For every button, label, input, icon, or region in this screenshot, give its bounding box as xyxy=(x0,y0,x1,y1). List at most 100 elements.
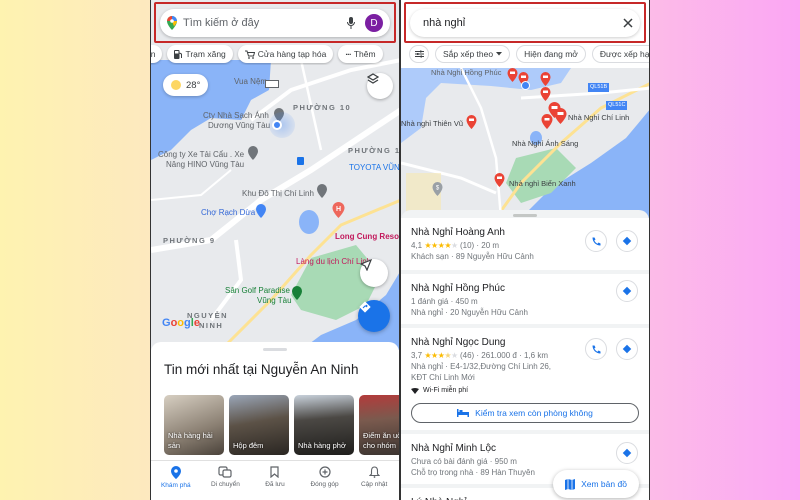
directions-button[interactable] xyxy=(616,338,638,360)
map-label-district: PHƯỜNG 10 xyxy=(293,103,352,112)
shopping-pin-icon[interactable] xyxy=(255,204,267,218)
hospital-pin-icon[interactable]: H xyxy=(332,202,345,218)
map-label-poi: Khu Đô Thị Chí Linh xyxy=(242,189,314,198)
chip-more[interactable]: ··· Thêm xyxy=(338,45,383,63)
result-name: Nhà Nghỉ Hoàng Anh xyxy=(411,227,505,238)
bed-icon xyxy=(457,409,470,417)
chip-partial[interactable]: ện xyxy=(151,45,163,63)
category-cards: Nhà hàng hải sản Hộp đêm Nhà hàng phở Đi… xyxy=(164,395,399,455)
directions-icon xyxy=(359,301,371,313)
view-map-button[interactable]: Xem bản đồ xyxy=(553,470,639,498)
hotel-pin-icon[interactable] xyxy=(466,115,477,129)
map-label-poi: Công ty Xe Tải Cẩu . Xe xyxy=(158,150,245,159)
map-label-district: PHƯỜNG 9 xyxy=(163,236,216,245)
chip-grocery[interactable]: Cửa hàng tạp hóa xyxy=(237,45,334,63)
map-label-hotel: Nhà nghỉ Biển Xanh xyxy=(509,179,576,188)
rating-stars: ★★★★★ xyxy=(424,351,458,360)
search-input[interactable]: Tìm kiếm ở đây xyxy=(183,17,347,29)
directions-icon xyxy=(622,448,632,458)
directions-button[interactable] xyxy=(358,300,390,332)
directions-icon xyxy=(622,286,632,296)
sheet-drag-handle[interactable] xyxy=(263,348,287,351)
search-bar[interactable]: Tìm kiếm ở đây D xyxy=(160,9,390,37)
account-avatar[interactable]: D xyxy=(365,14,383,32)
nav-updates[interactable]: Cập nhật xyxy=(349,461,399,500)
map-label-poi: Sân Golf Paradise xyxy=(225,286,290,295)
hotel-pin-icon[interactable] xyxy=(540,87,551,101)
hotel-pin-icon[interactable] xyxy=(540,72,551,86)
sheet-drag-handle[interactable] xyxy=(513,214,537,217)
my-location-button[interactable] xyxy=(360,259,388,287)
directions-button[interactable] xyxy=(616,280,638,302)
bank-pin-icon[interactable]: $ xyxy=(432,182,443,196)
directions-icon xyxy=(622,344,632,354)
map-label-toyota: TOYOTA VŨNG xyxy=(349,163,399,172)
poi-pin-icon[interactable] xyxy=(247,146,259,160)
my-location-dot xyxy=(521,81,530,90)
sliders-icon xyxy=(414,50,424,58)
chip-open-now[interactable]: Hiện đang mở xyxy=(516,45,586,63)
result-item[interactable]: Nhà Nghỉ Hồng Phúc 1 đánh giá · 450 m Nh… xyxy=(401,274,649,324)
explore-pin-icon xyxy=(170,466,181,479)
directions-icon xyxy=(622,236,632,246)
layers-button[interactable] xyxy=(367,73,393,99)
amenity-wifi: Wi-Fi miễn phí xyxy=(411,387,649,394)
result-item[interactable]: Nhà Nghỉ Hoàng Anh 4,1 ★★★★★ (10) · 20 m… xyxy=(401,218,649,270)
gas-station-icon xyxy=(174,49,183,59)
map-label-hotel: Nhà Nghỉ Chí Linh xyxy=(568,113,630,122)
my-location-dot xyxy=(272,120,282,130)
directions-button[interactable] xyxy=(616,442,638,464)
temperature: 28° xyxy=(186,79,201,91)
result-item[interactable]: Nhà Nghỉ Ngọc Dung 3,7 ★★★★★ (46) · 261.… xyxy=(401,328,649,430)
category-card[interactable]: Điểm ăn uống cho nhóm xyxy=(359,395,399,455)
chevron-down-icon xyxy=(496,52,503,56)
directions-button[interactable] xyxy=(616,230,638,252)
map-label-poi: Dương Vũng Tàu xyxy=(208,121,271,130)
map-label-district: NINH xyxy=(199,321,224,330)
maps-logo-icon xyxy=(167,16,177,30)
microphone-icon[interactable] xyxy=(347,17,355,29)
map-label-district: PHƯỜNG 10 xyxy=(348,146,399,155)
rating-stars: ★★★★★ xyxy=(424,241,458,250)
chip-sort-by[interactable]: Sắp xếp theo xyxy=(435,45,511,63)
chip-top-rated[interactable]: Được xếp hạng xyxy=(591,45,649,63)
call-button[interactable] xyxy=(585,338,607,360)
bus-stop-icon xyxy=(297,157,304,165)
bookmark-icon xyxy=(270,466,280,478)
close-icon[interactable] xyxy=(623,18,633,28)
map-label-vua-nem: Vua Nệm xyxy=(234,77,268,86)
filter-options-button[interactable] xyxy=(409,45,429,63)
chip-gas-station[interactable]: Trạm xăng xyxy=(167,45,233,63)
map-label-poi: Long Cung Resort xyxy=(335,232,399,241)
filter-chips: Sắp xếp theo Hiện đang mở Được xếp hạng xyxy=(401,45,649,65)
hotel-pin-icon[interactable] xyxy=(494,173,505,187)
category-card[interactable]: Nhà hàng phở xyxy=(294,395,354,455)
nav-explore[interactable]: Khám phá xyxy=(151,461,201,500)
phone-icon xyxy=(592,237,600,245)
search-bar[interactable]: nhà nghỉ xyxy=(410,9,640,37)
nav-commute[interactable]: Di chuyển xyxy=(201,461,251,500)
bottom-navigation: Khám phá Di chuyển Đã lưu Đóng góp Cập n… xyxy=(151,460,399,500)
phone-icon xyxy=(592,345,600,353)
check-availability-button[interactable]: Kiểm tra xem còn phòng không xyxy=(411,403,639,423)
category-chips: ện Trạm xăng Cửa hàng tạp hóa ··· Thêm xyxy=(151,45,399,65)
nav-saved[interactable]: Đã lưu xyxy=(250,461,300,500)
map-view[interactable]: Nhà Nghỉ Hồng Phúc Nhà nghỉ Thiên Vũ Nhà… xyxy=(401,68,649,218)
poi-pin-icon[interactable] xyxy=(316,184,328,198)
category-card[interactable]: Hộp đêm xyxy=(229,395,289,455)
phone-screen-explore: Vua Nệm PHƯỜNG 10 PHƯỜNG 10 TOYOTA VŨNG … xyxy=(150,0,400,500)
weather-chip[interactable]: 28° xyxy=(163,74,209,96)
map-label-hotel: Nhà nghỉ Thiên Vũ xyxy=(401,119,463,128)
news-title: Tin mới nhất tại Nguyễn An Ninh xyxy=(164,362,359,377)
result-name: Nhà Nghỉ Minh Lộc xyxy=(411,443,497,454)
map-label-poi: Vũng Tàu xyxy=(257,296,292,305)
call-button[interactable] xyxy=(585,230,607,252)
hotel-pin-icon[interactable] xyxy=(541,114,553,129)
search-input[interactable]: nhà nghỉ xyxy=(423,17,623,29)
golf-pin-icon[interactable] xyxy=(291,286,303,300)
nav-contribute[interactable]: Đóng góp xyxy=(300,461,350,500)
hotel-pin-icon[interactable] xyxy=(507,68,518,82)
hotel-pin-icon[interactable] xyxy=(554,108,567,124)
navigation-arrow-icon xyxy=(360,259,372,271)
category-card[interactable]: Nhà hàng hải sản xyxy=(164,395,224,455)
